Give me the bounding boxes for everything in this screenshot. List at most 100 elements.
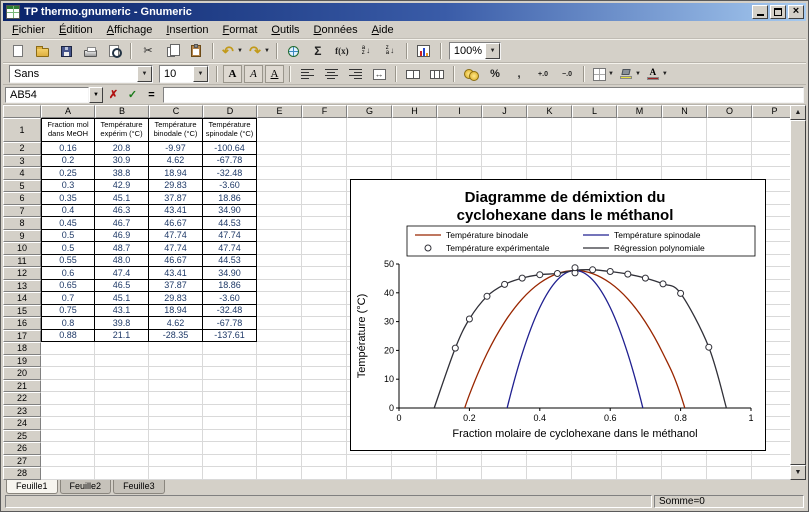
bold-button[interactable]: A	[223, 65, 242, 83]
row-header-14[interactable]: 14	[3, 292, 41, 305]
cell-H2[interactable]	[392, 142, 437, 155]
cell-P1[interactable]	[752, 118, 790, 142]
sort-descending-button[interactable]: z a ↓	[379, 41, 401, 61]
cell-L27[interactable]	[572, 454, 617, 467]
cell-A9[interactable]: 0.5	[41, 229, 95, 242]
cell-F4[interactable]	[302, 167, 347, 180]
row-header-23[interactable]: 23	[3, 404, 41, 417]
row-header-9[interactable]: 9	[3, 229, 41, 242]
cell-B20[interactable]	[95, 367, 149, 380]
row-header-26[interactable]: 26	[3, 442, 41, 455]
row-header-6[interactable]: 6	[3, 192, 41, 205]
maximize-button[interactable]	[770, 5, 786, 19]
cell-F14[interactable]	[302, 292, 347, 305]
row-header-5[interactable]: 5	[3, 179, 41, 192]
cell-C24[interactable]	[149, 417, 203, 430]
autosum-button[interactable]: Σ	[307, 41, 329, 61]
cell-K28[interactable]	[527, 467, 572, 480]
cell-I27[interactable]	[437, 454, 482, 467]
menu-format[interactable]: Format	[216, 22, 265, 38]
cell-name-box[interactable]: AB54	[5, 86, 89, 103]
cell-N4[interactable]	[662, 167, 707, 180]
row-header-3[interactable]: 3	[3, 154, 41, 167]
cell-D19[interactable]	[203, 354, 257, 367]
cell-N2[interactable]	[662, 142, 707, 155]
cell-F9[interactable]	[302, 229, 347, 242]
cell-C25[interactable]	[149, 429, 203, 442]
cell-O28[interactable]	[707, 467, 752, 480]
cell-B12[interactable]: 47.4	[95, 267, 149, 280]
cell-F6[interactable]	[302, 192, 347, 205]
cell-F20[interactable]	[302, 367, 347, 380]
cell-B1[interactable]: Température expérim (°C)	[95, 118, 149, 142]
cell-E10[interactable]	[257, 242, 302, 255]
cell-G2[interactable]	[347, 142, 392, 155]
cell-F5[interactable]	[302, 179, 347, 192]
cell-A2[interactable]: 0.16	[41, 142, 95, 155]
cell-C7[interactable]: 43.41	[149, 204, 203, 217]
cell-A23[interactable]	[41, 404, 95, 417]
cell-E9[interactable]	[257, 229, 302, 242]
cell-E15[interactable]	[257, 304, 302, 317]
cell-A12[interactable]: 0.6	[41, 267, 95, 280]
sheet-tab-feuille3[interactable]: Feuille3	[113, 480, 165, 494]
cell-K27[interactable]	[527, 454, 572, 467]
cell-F19[interactable]	[302, 354, 347, 367]
cell-D7[interactable]: 34.90	[203, 204, 257, 217]
cell-F11[interactable]	[302, 254, 347, 267]
cell-C27[interactable]	[149, 454, 203, 467]
cell-C10[interactable]: 47.74	[149, 242, 203, 255]
cell-D15[interactable]: -32.48	[203, 304, 257, 317]
cell-A22[interactable]	[41, 392, 95, 405]
cell-D24[interactable]	[203, 417, 257, 430]
column-header-i[interactable]: I	[437, 105, 482, 118]
insert-chart-button[interactable]	[413, 41, 435, 61]
cell-M27[interactable]	[617, 454, 662, 467]
cell-C19[interactable]	[149, 354, 203, 367]
cell-B3[interactable]: 30.9	[95, 154, 149, 167]
scroll-up-icon[interactable]: ▲	[790, 105, 806, 120]
cell-F15[interactable]	[302, 304, 347, 317]
cell-H27[interactable]	[392, 454, 437, 467]
cell-B8[interactable]: 46.7	[95, 217, 149, 230]
scrollbar-thumb[interactable]	[790, 120, 806, 465]
redo-button[interactable]: ↷ ▼	[246, 41, 271, 61]
row-header-11[interactable]: 11	[3, 254, 41, 267]
cell-E8[interactable]	[257, 217, 302, 230]
cell-B10[interactable]: 48.7	[95, 242, 149, 255]
split-merged-cells-button[interactable]	[426, 64, 448, 84]
cell-F28[interactable]	[302, 467, 347, 480]
cell-D6[interactable]: 18.86	[203, 192, 257, 205]
increase-decimals-button[interactable]: +.0	[532, 64, 554, 84]
cell-B11[interactable]: 48.0	[95, 254, 149, 267]
cell-C5[interactable]: 29.83	[149, 179, 203, 192]
cell-I3[interactable]	[437, 154, 482, 167]
scroll-down-icon[interactable]: ▼	[790, 465, 806, 480]
cell-E16[interactable]	[257, 317, 302, 330]
formula-input[interactable]	[163, 86, 804, 103]
cell-D8[interactable]: 44.53	[203, 217, 257, 230]
column-header-k[interactable]: K	[527, 105, 572, 118]
cell-C3[interactable]: 4.62	[149, 154, 203, 167]
cell-D17[interactable]: -137.61	[203, 329, 257, 342]
cell-G3[interactable]	[347, 154, 392, 167]
cell-F24[interactable]	[302, 417, 347, 430]
cell-F23[interactable]	[302, 404, 347, 417]
borders-button[interactable]: ▼	[590, 64, 615, 84]
cell-P27[interactable]	[752, 454, 790, 467]
cell-O27[interactable]	[707, 454, 752, 467]
cell-E11[interactable]	[257, 254, 302, 267]
cell-C14[interactable]: 29.83	[149, 292, 203, 305]
row-header-19[interactable]: 19	[3, 354, 41, 367]
cell-I28[interactable]	[437, 467, 482, 480]
align-right-button[interactable]	[344, 64, 366, 84]
cell-N28[interactable]	[662, 467, 707, 480]
dropdown-icon[interactable]: ▼	[635, 71, 641, 77]
cell-K4[interactable]	[527, 167, 572, 180]
cell-F26[interactable]	[302, 442, 347, 455]
cell-M2[interactable]	[617, 142, 662, 155]
cell-F10[interactable]	[302, 242, 347, 255]
cell-N1[interactable]	[662, 118, 707, 142]
cell-H1[interactable]	[392, 118, 437, 142]
print-preview-button[interactable]	[103, 41, 125, 61]
